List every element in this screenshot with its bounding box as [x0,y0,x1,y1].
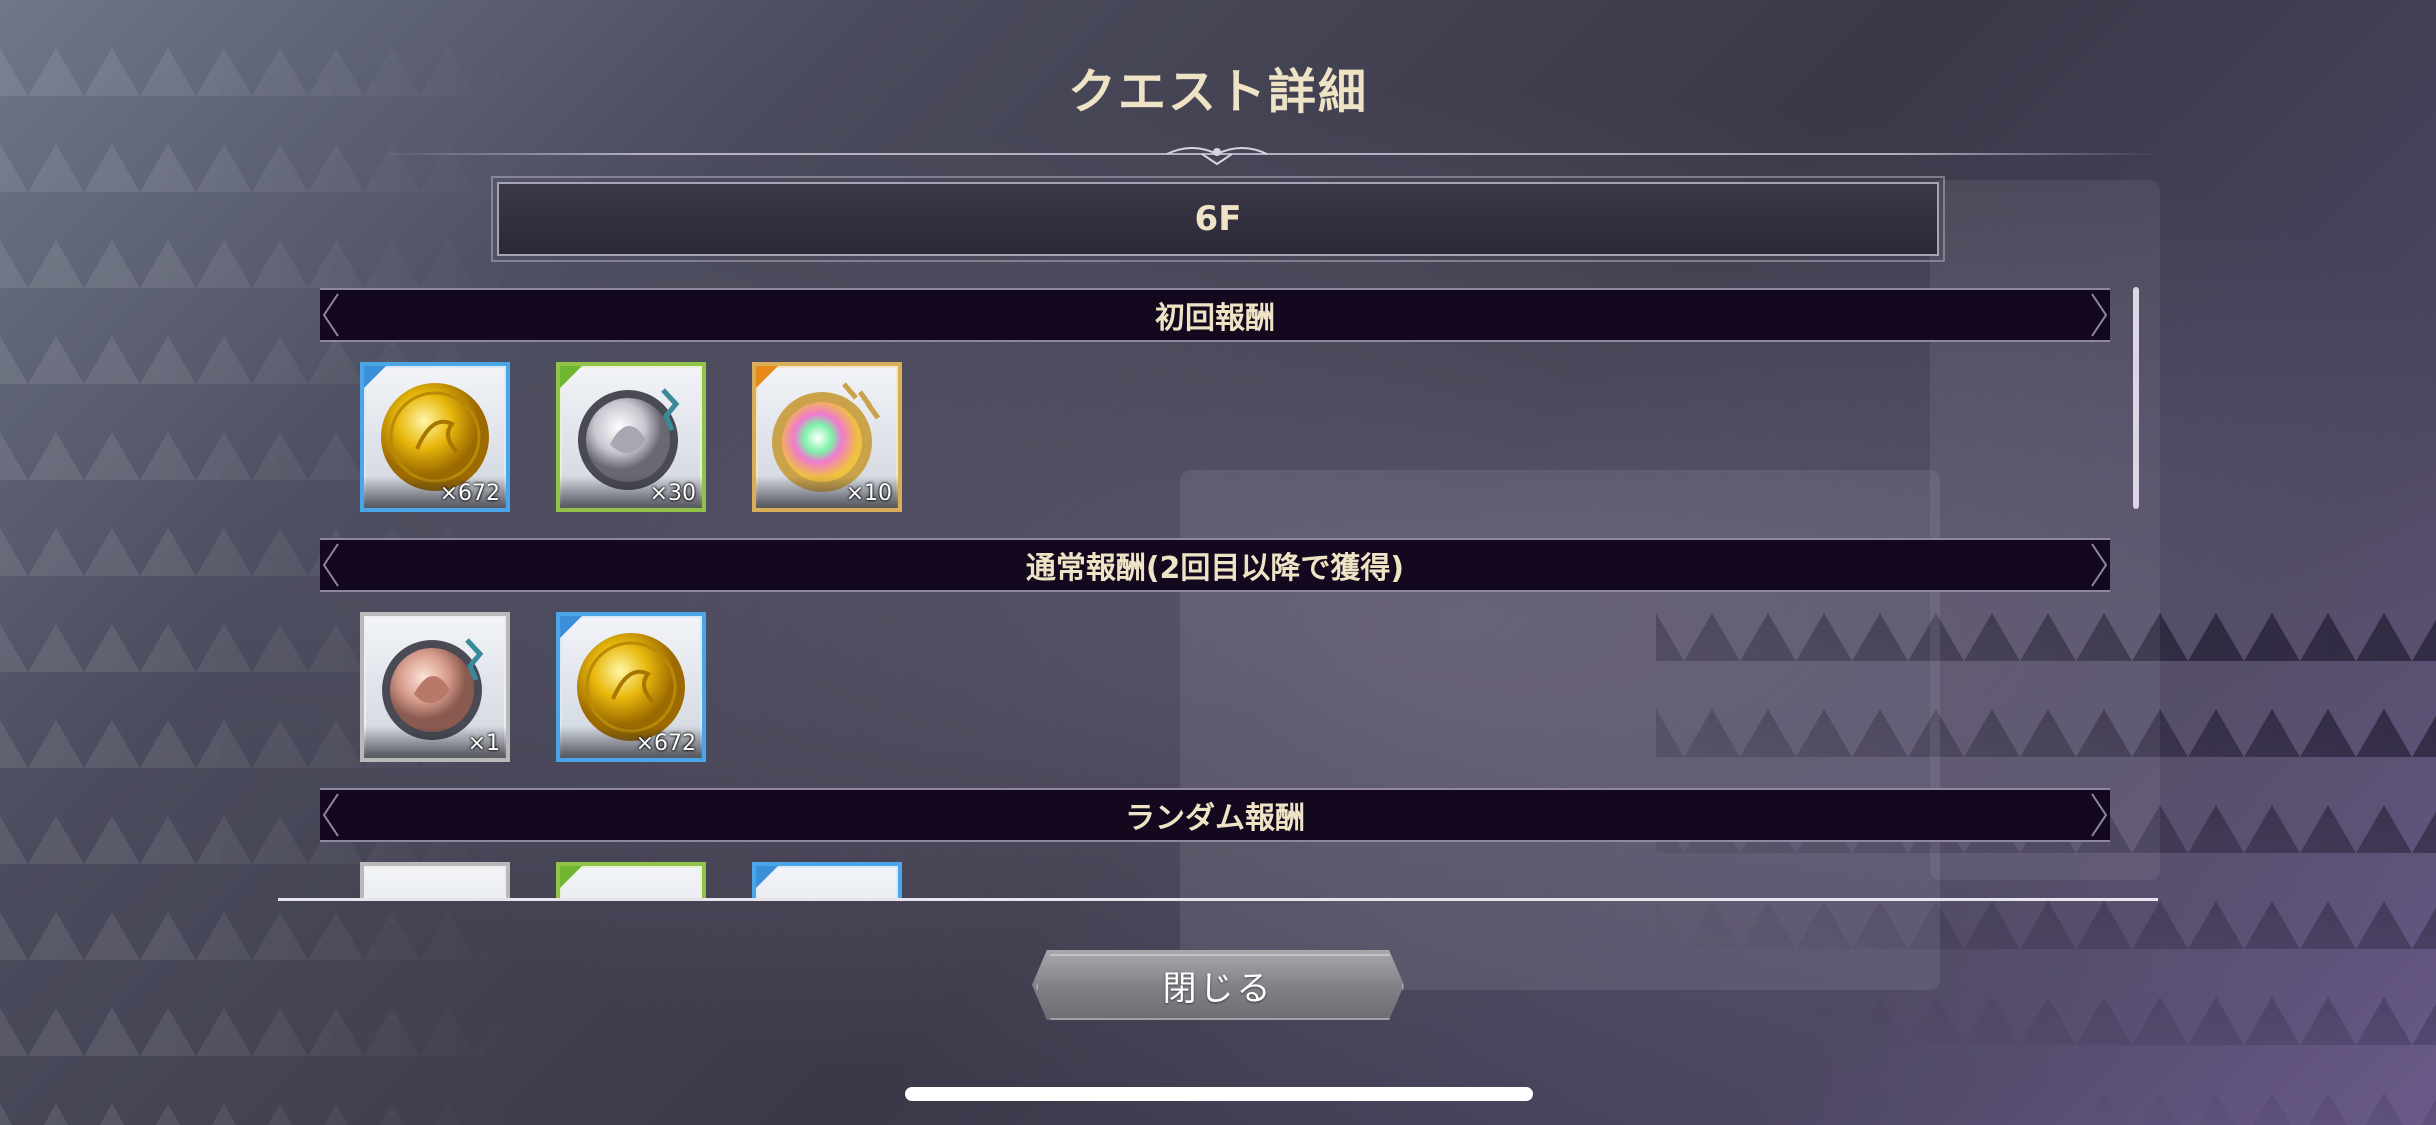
reward-item[interactable]: ×30 [556,362,706,512]
item-quantity: ×672 [635,731,696,756]
header-cap-left-icon [322,293,339,337]
section-header-normal-reward: 通常報酬(2回目以降で獲得) [320,538,2110,592]
header-cap-right-icon [2091,793,2108,837]
scrollbar[interactable] [2133,287,2139,509]
close-button-label: 閉じる [1162,968,1274,1009]
random-reward-items [360,862,902,900]
home-indicator[interactable] [905,1087,1533,1101]
reward-item[interactable]: ×1 [360,612,510,762]
reward-item[interactable] [752,862,902,900]
section-title: 初回報酬 [1155,301,1275,336]
reward-scroll-area[interactable]: 初回報酬 ×672 ×30 ×10 通常報酬(2回目以降で獲得) ×1 ×672… [320,285,2120,900]
floor-label: 6F [1194,199,1242,239]
header-cap-right-icon [2091,293,2108,337]
first-reward-items: ×672 ×30 ×10 [360,362,902,512]
normal-reward-items: ×1 ×672 [360,612,706,762]
dialog-title: クエスト詳細 [1067,64,1368,120]
header-cap-right-icon [2091,543,2108,587]
reward-item[interactable] [556,862,706,900]
reward-item[interactable] [360,862,510,900]
section-title: 通常報酬(2回目以降で獲得) [1025,551,1405,586]
reward-item[interactable]: ×672 [556,612,706,762]
reward-item[interactable]: ×10 [752,362,902,512]
reward-item[interactable]: ×672 [360,362,510,512]
item-quantity: ×672 [439,481,500,506]
item-quantity: ×30 [649,481,696,506]
header-cap-left-icon [322,793,339,837]
ornament-icon [1166,147,1268,166]
section-header-first-reward: 初回報酬 [320,288,2110,342]
header-cap-left-icon [322,543,339,587]
section-title: ランダム報酬 [1125,801,1305,836]
content-bottom-divider [278,898,2158,901]
section-header-random-reward: ランダム報酬 [320,788,2110,842]
close-button[interactable]: 閉じる [1032,950,1404,1020]
item-quantity: ×10 [845,481,892,506]
item-quantity: ×1 [467,731,500,756]
floor-label-plate: 6F [491,176,1945,262]
